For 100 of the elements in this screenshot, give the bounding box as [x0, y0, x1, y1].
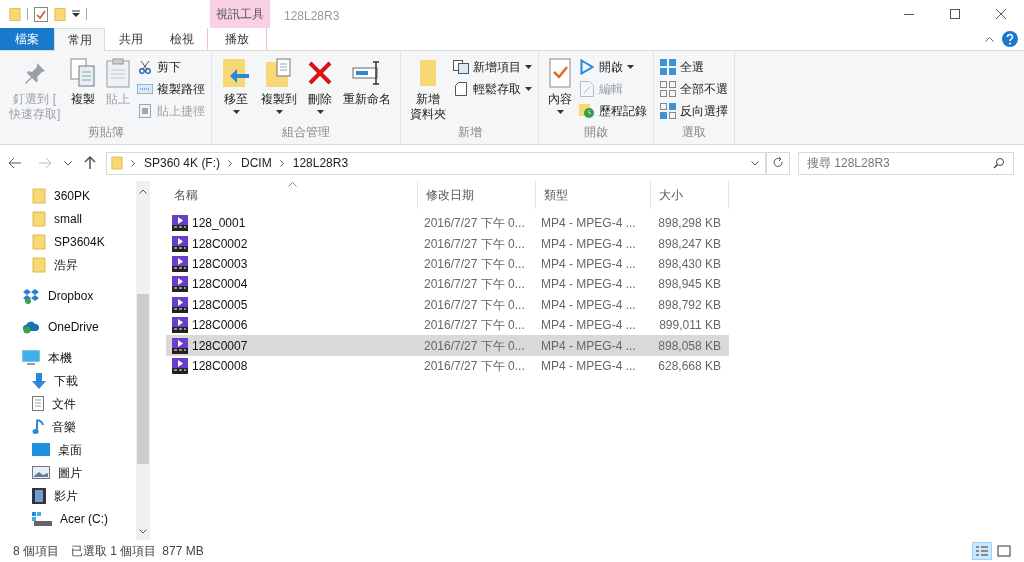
file-row[interactable]: 128C0004 2016/7/27 下午 0... MP4 - MPEG-4 ... 898,945 KB: [166, 274, 729, 295]
column-header[interactable]: 大小: [651, 181, 729, 209]
table-cell-text: 2016/7/27 下午 0...: [423, 255, 526, 273]
ribbon-button[interactable]: 移至: [218, 57, 255, 123]
nav-item[interactable]: Dropbox: [0, 284, 136, 307]
view-button[interactable]: [972, 542, 992, 560]
nav-item[interactable]: 360PK: [0, 184, 136, 207]
table-cell-text: 2016/7/27 下午 0...: [423, 337, 526, 355]
ribbon-tab[interactable]: 共用: [105, 28, 156, 50]
ribbon-tab[interactable]: 常用: [54, 28, 105, 51]
nav-item[interactable]: 浩昇: [0, 253, 136, 276]
refresh-button[interactable]: [766, 151, 790, 175]
scissors-icon: [138, 59, 153, 74]
scroll-down-icon[interactable]: [139, 529, 147, 534]
collapse-ribbon-icon[interactable]: [985, 36, 994, 42]
chevron-icon[interactable]: [279, 159, 285, 167]
ribbon-button[interactable]: 全部不選: [660, 79, 729, 98]
search-field[interactable]: 搜尋 128L28R3: [807, 154, 993, 172]
back-icon[interactable]: [8, 157, 22, 169]
file-row[interactable]: 128C0008 2016/7/27 下午 0... MP4 - MPEG-4 ... 628,668 KB: [166, 355, 729, 377]
chevron-icon[interactable]: [228, 159, 234, 167]
file-row[interactable]: 128_0001 2016/7/27 下午 0... MP4 - MPEG-4 ... 898,298 KB: [166, 213, 729, 234]
monitor-icon: [22, 350, 40, 365]
ribbon-button[interactable]: 複製路徑: [137, 79, 206, 98]
folder-icon: [54, 6, 66, 22]
folder-arrow-icon: [221, 58, 252, 88]
edit-icon: [580, 80, 595, 97]
nav-item[interactable]: small: [0, 207, 136, 230]
ribbon-button[interactable]: 新增項目: [453, 57, 533, 76]
ribbon-button[interactable]: 重新命名: [340, 57, 395, 123]
table-cell-text: MP4 - MPEG-4 ...: [540, 235, 637, 253]
nav-item[interactable]: OneDrive: [0, 315, 136, 338]
file-row[interactable]: 128C0003 2016/7/27 下午 0... MP4 - MPEG-4 ... 898,430 KB: [166, 253, 729, 275]
file-name: 128_0001: [192, 215, 246, 233]
ribbon-tab[interactable]: 檔案: [0, 28, 54, 50]
file-row[interactable]: 128C0005 2016/7/27 下午 0... MP4 - MPEG-4 ... 898,792 KB: [166, 294, 729, 315]
ribbon-button[interactable]: 複製到: [258, 57, 301, 123]
video-file-icon: [172, 357, 188, 374]
scroll-up-icon[interactable]: [139, 189, 147, 194]
search-box[interactable]: 搜尋 128L28R3: [798, 151, 1014, 175]
ribbon-button[interactable]: 剪下: [137, 57, 206, 76]
nav-item[interactable]: SP3604K: [0, 230, 136, 253]
ribbon-button[interactable]: 全選: [660, 57, 729, 76]
ribbon-button[interactable]: 新增 資料夾: [407, 57, 450, 123]
up-icon[interactable]: [84, 156, 96, 170]
table-cell-text: MP4 - MPEG-4 ...: [540, 215, 637, 233]
properties-icon[interactable]: [34, 6, 48, 22]
download-icon: [32, 372, 46, 389]
path-segment[interactable]: 128L28R3: [292, 154, 349, 172]
nav-item[interactable]: 下載: [0, 369, 136, 392]
minimize-icon: [904, 13, 914, 15]
ribbon-button[interactable]: 輕鬆存取: [453, 79, 533, 98]
nav-item[interactable]: 圖片: [0, 461, 136, 484]
new-item-icon: [453, 59, 470, 74]
help-icon[interactable]: [1002, 31, 1018, 47]
folder-icon: [32, 256, 46, 273]
group-label: 開啟: [583, 124, 610, 141]
table-cell-text: 899,011 KB: [658, 317, 722, 335]
nav-item[interactable]: 桌面: [0, 438, 136, 461]
nav-item[interactable]: Acer (C:): [0, 507, 136, 530]
table-cell-text: 2016/7/27 下午 0...: [423, 235, 526, 253]
scrollbar[interactable]: [136, 181, 150, 540]
select-all-icon: [660, 58, 677, 75]
column-header[interactable]: 類型: [536, 181, 651, 209]
customize-toolbar-icon[interactable]: [72, 10, 80, 18]
view-button[interactable]: [994, 542, 1014, 560]
table-cell-text: 2016/7/27 下午 0...: [423, 296, 526, 314]
ribbon-button[interactable]: 複製: [67, 57, 100, 123]
group-label: 組合管理: [281, 124, 332, 141]
path-icon: [137, 83, 154, 94]
nav-item[interactable]: 文件: [0, 392, 136, 415]
recent-locations-icon[interactable]: [64, 160, 72, 166]
nav-item[interactable]: 本機: [0, 346, 136, 369]
history-icon: [579, 102, 596, 119]
ribbon-button[interactable]: 內容: [545, 57, 576, 123]
group-label: 剪貼簿: [86, 124, 125, 141]
ribbon-button[interactable]: 開啟: [579, 57, 648, 76]
column-header[interactable]: 修改日期: [418, 181, 536, 209]
file-row[interactable]: 128C0002 2016/7/27 下午 0... MP4 - MPEG-4 ... 898,247 KB: [166, 233, 729, 254]
dropdown-icon[interactable]: [751, 160, 759, 166]
ribbon-button[interactable]: 歷程記錄: [579, 101, 648, 120]
chevron-icon[interactable]: [131, 159, 136, 167]
ribbon-button[interactable]: 反向選擇: [660, 101, 729, 120]
dropbox-icon: [22, 287, 40, 304]
nav-item[interactable]: 影片: [0, 484, 136, 507]
nav-item[interactable]: 音樂: [0, 415, 136, 438]
ribbon-tab[interactable]: 播放: [207, 28, 267, 50]
status-text: 已選取 1 個項目: [71, 543, 157, 560]
file-row[interactable]: 128C0006 2016/7/27 下午 0... MP4 - MPEG-4 ... 899,011 KB: [166, 314, 729, 336]
address-bar[interactable]: SP360 4K (F:) DCIM 128L28R3: [106, 151, 766, 175]
file-row[interactable]: 128C0007 2016/7/27 下午 0... MP4 - MPEG-4 ... 898,058 KB: [166, 335, 729, 356]
path-segment[interactable]: SP360 4K (F:): [144, 154, 221, 172]
column-header[interactable]: 名稱: [166, 181, 418, 209]
ribbon-button[interactable]: 刪除: [304, 57, 337, 123]
ribbon-tab[interactable]: 檢視: [156, 28, 207, 50]
path-segment[interactable]: DCIM: [241, 154, 272, 172]
large-icons-view-icon: [997, 545, 1011, 557]
play-icon: [580, 58, 595, 75]
folder-icon: [32, 187, 46, 204]
contextual-tab-label: 視訊工具: [210, 0, 270, 28]
